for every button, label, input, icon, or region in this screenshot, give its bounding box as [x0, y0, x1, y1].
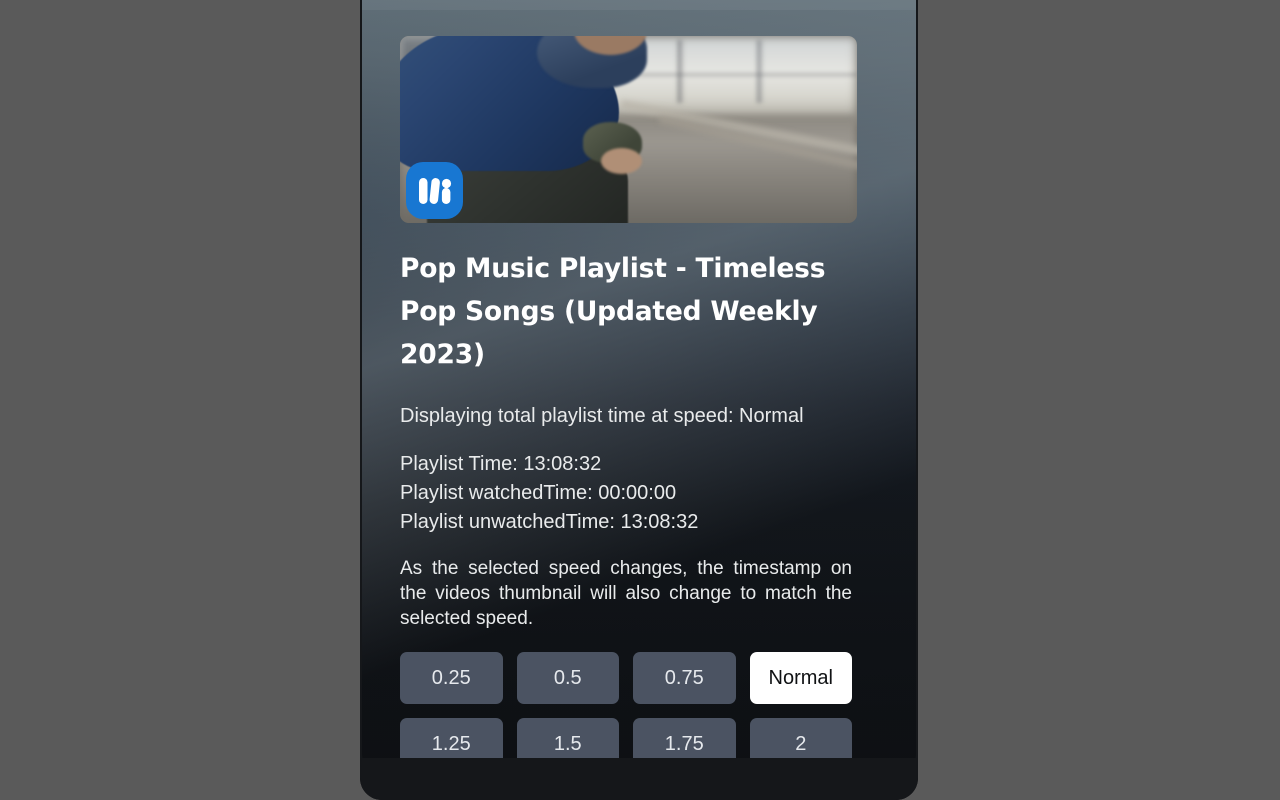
speed-options-grid: 0.25 0.5 0.75 Normal 1.25 1.5 1.75 2 — [400, 652, 852, 770]
speed-option-0-75[interactable]: 0.75 — [633, 652, 736, 704]
speed-option-0-25[interactable]: 0.25 — [400, 652, 503, 704]
video-thumbnail[interactable] — [400, 36, 857, 223]
speed-summary-text: Displaying total playlist time at speed:… — [400, 405, 804, 427]
thumbnail-artwork — [400, 36, 857, 223]
warner-music-logo-icon — [406, 162, 463, 219]
speed-note-text: As the selected speed changes, the times… — [400, 558, 852, 629]
speed-option-0-5[interactable]: 0.5 — [516, 652, 619, 704]
playlist-time-line: Playlist Time: 13:08:32 — [400, 453, 602, 475]
playlist-watched-time-line: Playlist watchedTime: 00:00:00 — [400, 482, 677, 504]
playlist-time-block: Playlist Time: 13:08:32 Playlist watched… — [400, 450, 852, 537]
video-title: Pop Music Playlist - Timeless Pop Songs … — [400, 253, 826, 370]
playlist-unwatched-time-line: Playlist unwatchedTime: 13:08:32 — [400, 511, 699, 533]
app-shell: Pop Music Playlist - Timeless Pop Songs … — [360, 0, 918, 800]
frame-bottom-bezel — [360, 758, 918, 800]
app-frame: Pop Music Playlist - Timeless Pop Songs … — [360, 0, 918, 800]
speed-option-normal[interactable]: Normal — [749, 652, 852, 704]
content-scroll-area[interactable]: Pop Music Playlist - Timeless Pop Songs … — [400, 36, 898, 770]
panel-top-strip — [362, 0, 916, 10]
